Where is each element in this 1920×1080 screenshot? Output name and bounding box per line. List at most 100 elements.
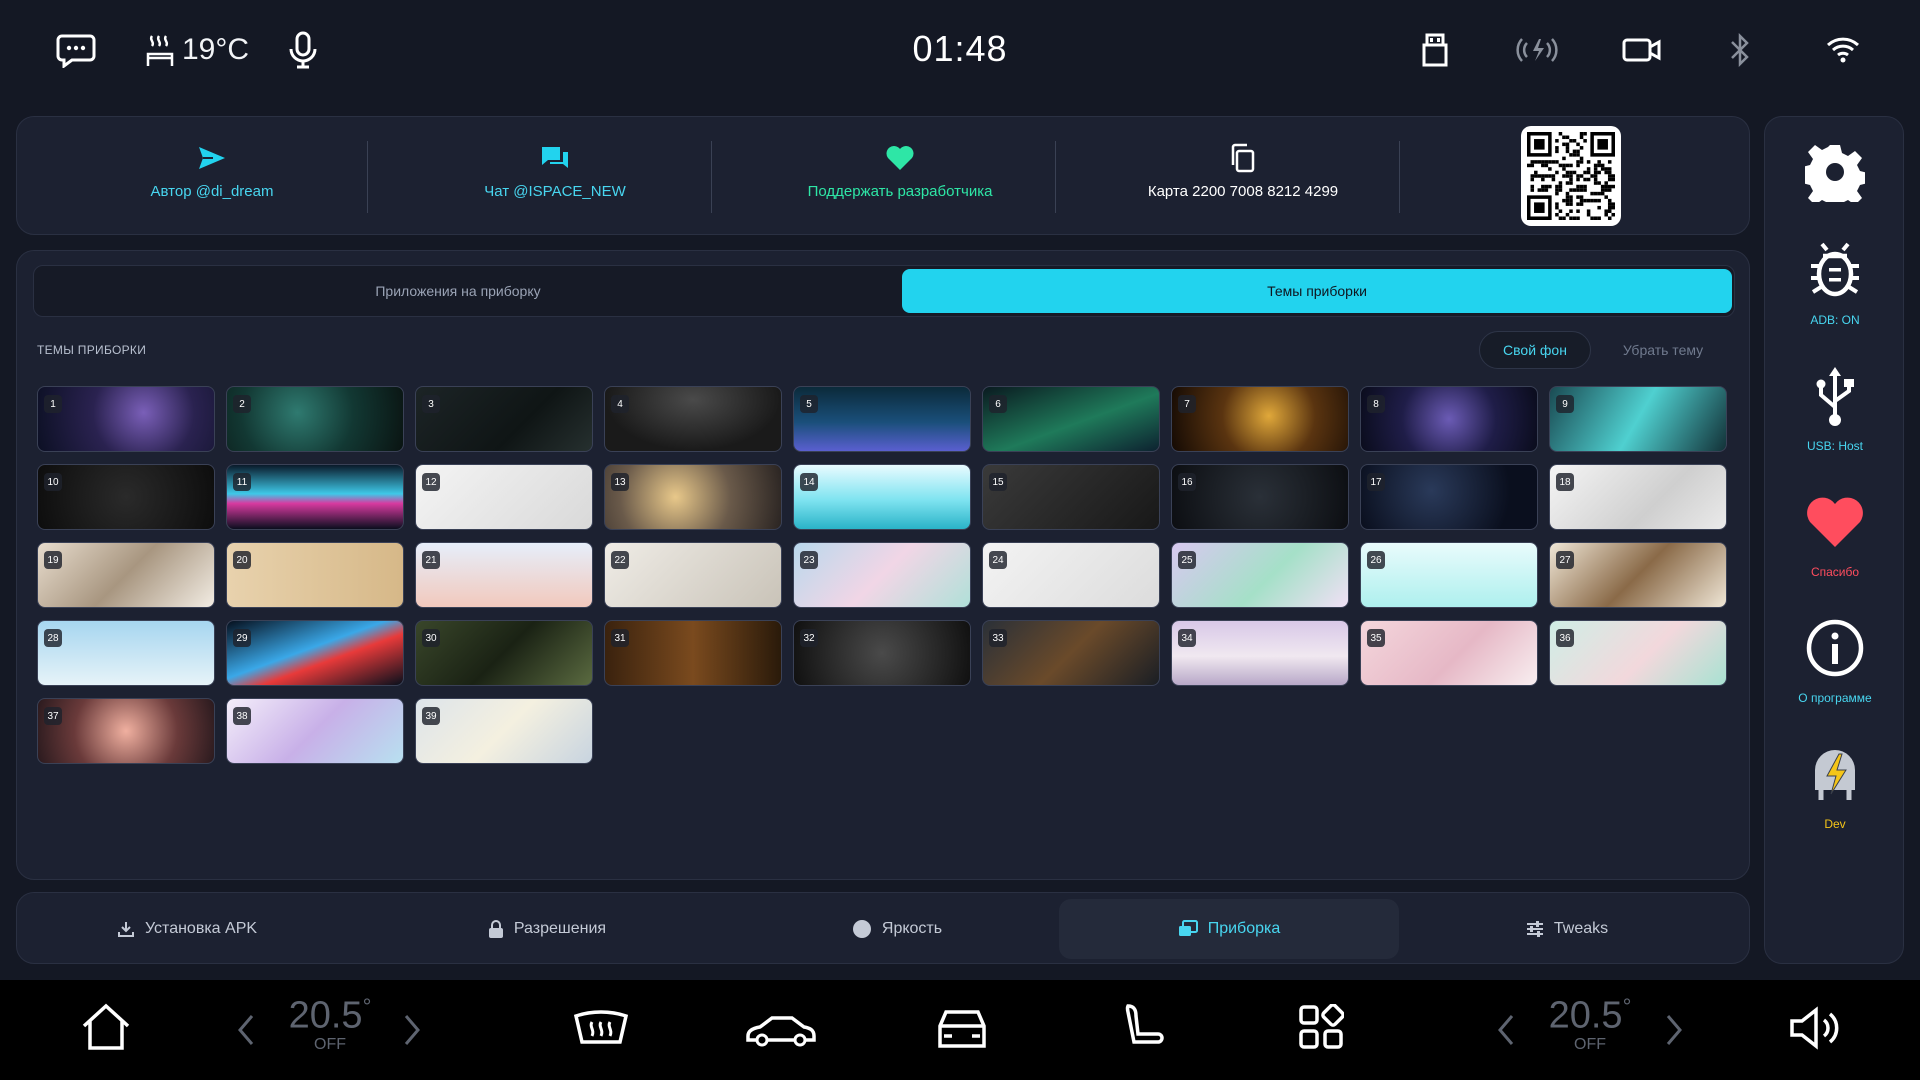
theme-tile[interactable]: 15 <box>982 464 1160 530</box>
chevron-left-icon <box>236 1014 256 1046</box>
section-title: ТЕМЫ ПРИБОРКИ <box>37 343 147 357</box>
theme-number-badge: 25 <box>1178 551 1196 569</box>
theme-number-badge: 20 <box>233 551 251 569</box>
theme-tile[interactable]: 12 <box>415 464 593 530</box>
remove-theme-button[interactable]: Убрать тему <box>1607 331 1719 369</box>
tab-dashboard-themes[interactable]: Темы приборки <box>902 269 1732 313</box>
theme-tile[interactable]: 35 <box>1360 620 1538 686</box>
usb-mode-button[interactable]: USB: Host <box>1765 361 1905 453</box>
right-temp-up-button[interactable] <box>1664 1014 1684 1046</box>
nav-brightness[interactable]: Яркость <box>777 899 1017 959</box>
theme-tile[interactable]: 31 <box>604 620 782 686</box>
nav-dashboard[interactable]: Приборка <box>1059 899 1399 959</box>
status-bar: 19°C 01:48 <box>0 0 1920 100</box>
theme-tile[interactable]: 17 <box>1360 464 1538 530</box>
wireless-charge-icon[interactable] <box>1514 28 1560 72</box>
usb-status: USB: Host <box>1806 439 1863 453</box>
theme-tile[interactable]: 36 <box>1549 620 1727 686</box>
theme-number-badge: 17 <box>1367 473 1385 491</box>
adb-status: ADB: ON <box>1810 313 1860 327</box>
rear-defrost-icon[interactable] <box>572 1006 630 1050</box>
theme-number-badge: 34 <box>1178 629 1196 647</box>
nav-tweaks[interactable]: Tweaks <box>1457 899 1677 959</box>
theme-number-badge: 15 <box>989 473 1007 491</box>
chat-label: Чат @ISPACE_NEW <box>484 183 626 200</box>
theme-tile[interactable]: 9 <box>1549 386 1727 452</box>
theme-tile[interactable]: 33 <box>982 620 1160 686</box>
theme-tile[interactable]: 32 <box>793 620 971 686</box>
theme-tile[interactable]: 7 <box>1171 386 1349 452</box>
thanks-button[interactable]: Спасибо <box>1765 487 1905 579</box>
car-side-icon[interactable] <box>744 1012 818 1048</box>
theme-tile[interactable]: 11 <box>226 464 404 530</box>
support-link[interactable]: Поддержать разработчика <box>730 141 1070 200</box>
author-label: Автор @di_dream <box>150 183 274 200</box>
theme-number-badge: 39 <box>422 707 440 725</box>
theme-tile[interactable]: 19 <box>37 542 215 608</box>
about-button[interactable]: О программе <box>1765 613 1905 705</box>
theme-number-badge: 22 <box>611 551 629 569</box>
theme-tile[interactable]: 2 <box>226 386 404 452</box>
custom-background-button[interactable]: Свой фон <box>1479 331 1591 369</box>
theme-number-badge: 35 <box>1367 629 1385 647</box>
author-link[interactable]: Автор @di_dream <box>42 141 382 200</box>
theme-number-badge: 5 <box>800 395 818 413</box>
theme-tile[interactable]: 21 <box>415 542 593 608</box>
theme-tile[interactable]: 18 <box>1549 464 1727 530</box>
divider <box>711 141 712 213</box>
theme-tile[interactable]: 39 <box>415 698 593 764</box>
theme-tile[interactable]: 3 <box>415 386 593 452</box>
theme-tile[interactable]: 6 <box>982 386 1160 452</box>
dev-button[interactable]: Dev <box>1765 739 1905 831</box>
theme-tile[interactable]: 23 <box>793 542 971 608</box>
volume-icon[interactable] <box>1788 1006 1842 1050</box>
theme-tile[interactable]: 20 <box>226 542 404 608</box>
theme-tile[interactable]: 26 <box>1360 542 1538 608</box>
theme-tile[interactable]: 37 <box>37 698 215 764</box>
theme-number-badge: 12 <box>422 473 440 491</box>
theme-tile[interactable]: 28 <box>37 620 215 686</box>
card-link[interactable]: Карта 2200 7008 8212 4299 <box>1073 141 1413 200</box>
wifi-icon[interactable] <box>1826 28 1860 72</box>
apps-grid-icon[interactable] <box>1298 1004 1344 1050</box>
theme-tile[interactable]: 29 <box>226 620 404 686</box>
home-icon[interactable] <box>80 1002 132 1052</box>
theme-tile[interactable]: 16 <box>1171 464 1349 530</box>
theme-tile[interactable]: 34 <box>1171 620 1349 686</box>
nav-install-apk[interactable]: Установка APK <box>77 899 297 959</box>
theme-tile[interactable]: 8 <box>1360 386 1538 452</box>
theme-tile[interactable]: 22 <box>604 542 782 608</box>
theme-number-badge: 16 <box>1178 473 1196 491</box>
theme-tile[interactable]: 5 <box>793 386 971 452</box>
theme-number-badge: 9 <box>1556 395 1574 413</box>
theme-number-badge: 24 <box>989 551 1007 569</box>
theme-tile[interactable]: 1 <box>37 386 215 452</box>
theme-tile[interactable]: 14 <box>793 464 971 530</box>
theme-tile[interactable]: 10 <box>37 464 215 530</box>
adb-button[interactable]: ADB: ON <box>1765 235 1905 327</box>
left-temp-down-button[interactable] <box>236 1014 256 1046</box>
theme-tile[interactable]: 30 <box>415 620 593 686</box>
camera-icon[interactable] <box>1622 28 1662 72</box>
chat-link[interactable]: Чат @ISPACE_NEW <box>385 141 725 200</box>
right-temp-down-button[interactable] <box>1496 1014 1516 1046</box>
nav-permissions[interactable]: Разрешения <box>427 899 667 959</box>
theme-tile[interactable]: 13 <box>604 464 782 530</box>
car-front-icon[interactable] <box>934 1006 990 1052</box>
gear-icon <box>1765 137 1905 207</box>
bluetooth-icon[interactable] <box>1728 28 1752 72</box>
left-temp-up-button[interactable] <box>402 1014 422 1046</box>
theme-number-badge: 19 <box>44 551 62 569</box>
theme-tile[interactable]: 4 <box>604 386 782 452</box>
theme-tile[interactable]: 24 <box>982 542 1160 608</box>
settings-button[interactable] <box>1765 137 1905 207</box>
theme-tile[interactable]: 27 <box>1549 542 1727 608</box>
usb-drive-icon[interactable] <box>1420 28 1450 72</box>
theme-number-badge: 8 <box>1367 395 1385 413</box>
left-climate: 20.5° OFF <box>280 994 380 1054</box>
seat-icon[interactable] <box>1120 1002 1166 1052</box>
tab-dashboard-apps[interactable]: Приложения на приборку <box>38 269 878 313</box>
qr-code <box>1521 126 1621 226</box>
theme-tile[interactable]: 25 <box>1171 542 1349 608</box>
theme-tile[interactable]: 38 <box>226 698 404 764</box>
